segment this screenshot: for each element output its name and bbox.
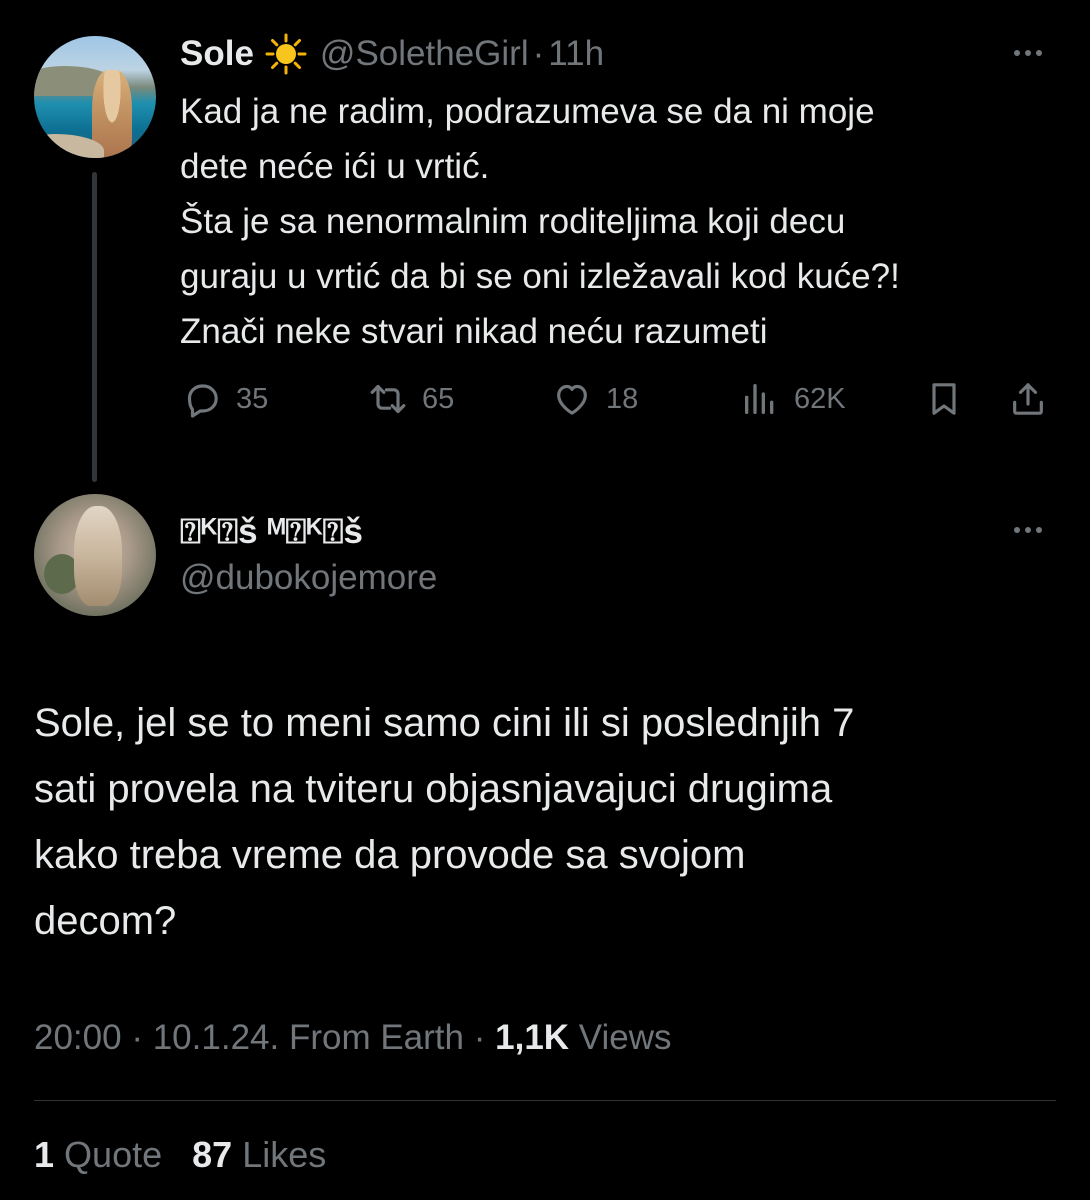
likes-link[interactable]: 87 Likes bbox=[192, 1134, 326, 1175]
tweet-text-line: kako treba vreme da provode sa svojom bbox=[34, 833, 746, 877]
post-date[interactable]: 10.1.24. bbox=[153, 1018, 280, 1057]
like-button[interactable]: 18 bbox=[552, 374, 638, 424]
heart-icon bbox=[557, 384, 587, 415]
more-options-icon[interactable] bbox=[1014, 50, 1042, 56]
tweet-text-line: Kad ja ne radim, podrazumeva se da ni mo… bbox=[180, 92, 875, 131]
retweet-button[interactable]: 65 bbox=[368, 374, 454, 424]
tweet-text-line: Sole, jel se to meni samo cini ili si po… bbox=[34, 701, 855, 745]
reply-button[interactable]: 35 bbox=[182, 374, 268, 424]
views-button[interactable]: 62K bbox=[740, 374, 846, 424]
tweet-text-line: sati provela na tviteru objasnjavajuci d… bbox=[34, 767, 833, 811]
views-count: 62K bbox=[794, 382, 846, 415]
analytics-icon bbox=[745, 384, 774, 414]
parent-handle[interactable]: @SoletheGirl bbox=[320, 34, 529, 74]
parent-tweet-text: Kad ja ne radim, podrazumeva se da ni mo… bbox=[180, 84, 1060, 359]
separator-dot: · bbox=[473, 1018, 486, 1057]
quotes-count: 1 bbox=[34, 1134, 55, 1175]
parent-avatar[interactable] bbox=[34, 36, 156, 158]
divider bbox=[34, 1100, 1056, 1101]
tweet-text-line: Znači neke stvari nikad neću razumeti bbox=[180, 312, 768, 351]
share-button[interactable] bbox=[1008, 374, 1062, 424]
more-options-icon[interactable] bbox=[1014, 527, 1042, 533]
thread-connector-line bbox=[92, 172, 97, 482]
bookmark-button[interactable] bbox=[924, 374, 978, 424]
tweet-text-line: Šta je sa nenormalnim roditeljima koji d… bbox=[180, 202, 846, 241]
parent-display-name[interactable]: Sole bbox=[180, 34, 254, 74]
reply-display-name[interactable]: ⍰ᴷ⍰š ᴹ⍰ᴷ⍰š bbox=[180, 512, 363, 552]
engagement-stats: 1 Quote 87 Likes bbox=[34, 1134, 326, 1176]
sun-icon bbox=[264, 32, 308, 76]
parent-action-bar: 35 65 18 62K bbox=[182, 374, 1062, 424]
reply-tweet-text: Sole, jel se to meni samo cini ili si po… bbox=[34, 690, 1054, 954]
parent-timestamp[interactable]: 11h bbox=[548, 34, 604, 74]
post-location: From Earth bbox=[288, 1018, 464, 1057]
retweet-icon bbox=[370, 384, 406, 414]
post-time[interactable]: 20:00 bbox=[34, 1018, 122, 1057]
tweet-text-line: guraju u vrtić da bi se oni izležavali k… bbox=[180, 257, 900, 296]
likes-label: Likes bbox=[242, 1134, 327, 1175]
separator-dot: · bbox=[532, 34, 545, 73]
share-icon bbox=[1013, 383, 1043, 415]
reply-handle[interactable]: @dubokojemore bbox=[180, 558, 437, 598]
parent-author-row: Sole @SoletheGirl · 11h bbox=[180, 30, 604, 78]
reply-icon bbox=[187, 384, 218, 418]
tweet-text-line: dete neće ići u vrtić. bbox=[180, 147, 490, 186]
views-total: 1,1K bbox=[495, 1018, 570, 1057]
separator-dot: · bbox=[131, 1018, 143, 1057]
retweet-count: 65 bbox=[422, 382, 455, 415]
reply-avatar[interactable] bbox=[34, 494, 156, 616]
like-count: 18 bbox=[606, 382, 639, 415]
reply-count: 35 bbox=[236, 382, 269, 415]
tweet-text-line: decom? bbox=[34, 899, 177, 943]
quotes-link[interactable]: 1 Quote bbox=[34, 1134, 162, 1175]
likes-count: 87 bbox=[192, 1134, 233, 1175]
views-label: Views bbox=[578, 1018, 672, 1057]
quotes-label: Quote bbox=[64, 1134, 163, 1175]
tweet-metadata: 20:00 · 10.1.24. From Earth · 1,1K Views bbox=[34, 1018, 672, 1058]
bookmark-icon bbox=[932, 383, 956, 415]
